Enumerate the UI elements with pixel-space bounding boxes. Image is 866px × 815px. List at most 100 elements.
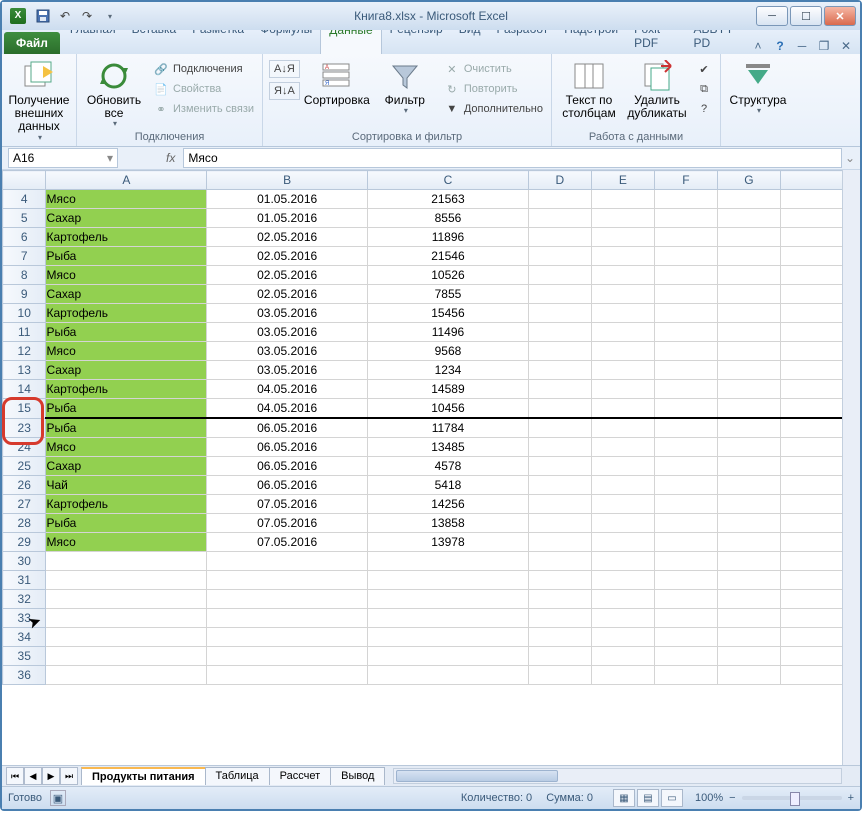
ribbon-minimize-icon[interactable]: ˄ — [750, 38, 766, 54]
cell[interactable] — [780, 457, 842, 476]
edit-links-button[interactable]: ⚭Изменить связи — [151, 100, 256, 118]
cell[interactable] — [528, 590, 591, 609]
cell[interactable] — [780, 304, 842, 323]
data-row[interactable]: 6Картофель02.05.201611896 — [3, 228, 843, 247]
remove-duplicates-button[interactable]: Удалить дубликаты — [626, 56, 688, 120]
cell[interactable] — [528, 476, 591, 495]
data-row[interactable]: 23Рыба06.05.201611784 — [3, 418, 843, 438]
cell[interactable]: 03.05.2016 — [207, 323, 368, 342]
column-headers[interactable]: A B C D E F G — [3, 171, 843, 190]
cell[interactable] — [780, 514, 842, 533]
cell[interactable] — [717, 361, 780, 380]
cell[interactable] — [368, 666, 529, 685]
cell[interactable] — [717, 438, 780, 457]
row-header[interactable]: 29 — [3, 533, 46, 552]
cell[interactable] — [591, 399, 654, 419]
cell[interactable] — [780, 285, 842, 304]
cell[interactable] — [528, 552, 591, 571]
cell[interactable] — [528, 495, 591, 514]
cell[interactable] — [717, 666, 780, 685]
col-header[interactable]: C — [368, 171, 529, 190]
cell[interactable] — [654, 418, 717, 438]
row-header[interactable]: 14 — [3, 380, 46, 399]
cell[interactable] — [46, 647, 207, 666]
data-row[interactable]: 10Картофель03.05.201615456 — [3, 304, 843, 323]
cell[interactable]: Рыба — [46, 514, 207, 533]
cell[interactable]: Мясо — [46, 190, 207, 209]
window-maximize-button[interactable]: ☐ — [790, 6, 822, 26]
col-header[interactable] — [780, 171, 842, 190]
cell[interactable] — [717, 647, 780, 666]
row-header[interactable]: 25 — [3, 457, 46, 476]
cell[interactable]: 5418 — [368, 476, 529, 495]
cell[interactable] — [654, 228, 717, 247]
cell[interactable] — [717, 495, 780, 514]
view-normal-button[interactable]: ▦ — [613, 789, 635, 807]
cell[interactable] — [780, 190, 842, 209]
cell[interactable] — [591, 323, 654, 342]
fx-icon[interactable]: fx — [166, 151, 175, 165]
cell[interactable] — [717, 533, 780, 552]
data-row[interactable]: 12Мясо03.05.20169568 — [3, 342, 843, 361]
cell[interactable] — [528, 571, 591, 590]
cell[interactable] — [717, 228, 780, 247]
macro-record-icon[interactable]: ▣ — [50, 790, 66, 806]
cell[interactable]: 03.05.2016 — [207, 304, 368, 323]
connections-button[interactable]: 🔗Подключения — [151, 60, 256, 78]
sheet-tab[interactable]: Продукты питания — [81, 767, 206, 785]
cell[interactable] — [528, 457, 591, 476]
cell[interactable] — [591, 514, 654, 533]
cell[interactable] — [717, 399, 780, 419]
cell[interactable]: Сахар — [46, 457, 207, 476]
row-header[interactable]: 26 — [3, 476, 46, 495]
row-header[interactable]: 4 — [3, 190, 46, 209]
cell[interactable] — [780, 361, 842, 380]
cell[interactable] — [780, 476, 842, 495]
cell[interactable] — [528, 399, 591, 419]
cell[interactable] — [654, 495, 717, 514]
data-row[interactable]: 29Мясо07.05.201613978 — [3, 533, 843, 552]
cell[interactable]: 1234 — [368, 361, 529, 380]
cell[interactable]: 06.05.2016 — [207, 438, 368, 457]
data-row[interactable]: 11Рыба03.05.201611496 — [3, 323, 843, 342]
cell[interactable] — [654, 247, 717, 266]
qat-save-icon[interactable] — [34, 7, 52, 25]
cell[interactable] — [780, 590, 842, 609]
outline-button[interactable]: Структура — [727, 56, 789, 116]
cell[interactable]: 9568 — [368, 342, 529, 361]
cell[interactable] — [717, 590, 780, 609]
cell[interactable]: 13858 — [368, 514, 529, 533]
cell[interactable]: 10456 — [368, 399, 529, 419]
cell[interactable] — [780, 399, 842, 419]
data-row[interactable]: 13Сахар03.05.20161234 — [3, 361, 843, 380]
col-header[interactable]: G — [717, 171, 780, 190]
cell[interactable] — [780, 571, 842, 590]
cell[interactable] — [591, 247, 654, 266]
row-header[interactable]: 23 — [3, 418, 46, 438]
cell[interactable]: 11784 — [368, 418, 529, 438]
cell[interactable] — [717, 418, 780, 438]
cell[interactable] — [591, 266, 654, 285]
row-header[interactable]: 36 — [3, 666, 46, 685]
cell[interactable] — [591, 380, 654, 399]
row-header[interactable]: 28 — [3, 514, 46, 533]
cell[interactable] — [717, 552, 780, 571]
cell[interactable] — [654, 285, 717, 304]
cell[interactable]: Сахар — [46, 361, 207, 380]
cell[interactable] — [780, 323, 842, 342]
data-row[interactable]: 14Картофель04.05.201614589 — [3, 380, 843, 399]
reapply-filter-button[interactable]: ↻Повторить — [442, 80, 545, 98]
cell[interactable] — [528, 323, 591, 342]
cell[interactable] — [717, 609, 780, 628]
cell[interactable]: Картофель — [46, 228, 207, 247]
cell[interactable] — [528, 209, 591, 228]
row-header[interactable]: 8 — [3, 266, 46, 285]
cell[interactable] — [207, 571, 368, 590]
cell[interactable] — [717, 342, 780, 361]
sheet-tab[interactable]: Таблица — [205, 767, 270, 785]
cell[interactable] — [654, 380, 717, 399]
formula-input[interactable]: Мясо — [183, 148, 842, 168]
row-header[interactable]: 35 — [3, 647, 46, 666]
help-icon[interactable]: ? — [772, 38, 788, 54]
cell[interactable] — [528, 342, 591, 361]
